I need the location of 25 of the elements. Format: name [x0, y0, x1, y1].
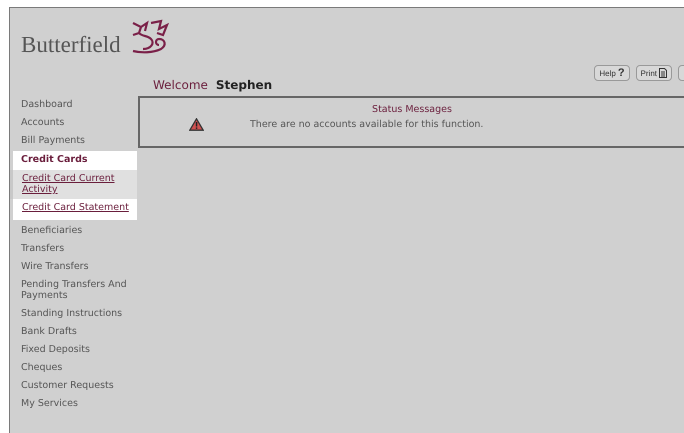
menu-item[interactable]: Pending Transfers And Payments: [10, 276, 138, 305]
menu-item[interactable]: Wire Transfers: [10, 258, 138, 276]
menu-item[interactable]: Customer Requests: [10, 377, 138, 395]
print-button[interactable]: Print: [636, 65, 672, 81]
status-message: There are no accounts available for this function.: [250, 119, 484, 130]
menu-item[interactable]: Cheques: [10, 359, 138, 377]
menu-item[interactable]: Transfers: [10, 240, 138, 258]
user-name: Stephen: [216, 78, 272, 92]
menu-item[interactable]: Bill Payments: [10, 132, 138, 150]
submenu-link[interactable]: Credit Card Statement: [10, 199, 137, 217]
menu-item[interactable]: My Services: [10, 395, 138, 413]
document-icon: [659, 68, 667, 78]
menu-item[interactable]: Bank Drafts: [10, 323, 138, 341]
menu-item[interactable]: Fixed Deposits: [10, 341, 138, 359]
menu-item[interactable]: Dashboard: [10, 96, 138, 114]
warning-icon: [189, 118, 204, 131]
menu-item[interactable]: Accounts: [10, 114, 138, 132]
help-button[interactable]: Help ?: [594, 65, 630, 81]
welcome-label: Welcome: [153, 78, 208, 92]
menu-item[interactable]: Standing Instructions: [10, 305, 138, 323]
status-title: Status Messages: [371, 104, 453, 115]
brand-name: Butterfield: [21, 32, 121, 58]
menu-item[interactable]: Beneficiaries: [10, 222, 138, 240]
submenu-link[interactable]: Credit Card Current Activity: [10, 170, 137, 199]
menu-heading[interactable]: Credit Cards: [13, 151, 137, 170]
